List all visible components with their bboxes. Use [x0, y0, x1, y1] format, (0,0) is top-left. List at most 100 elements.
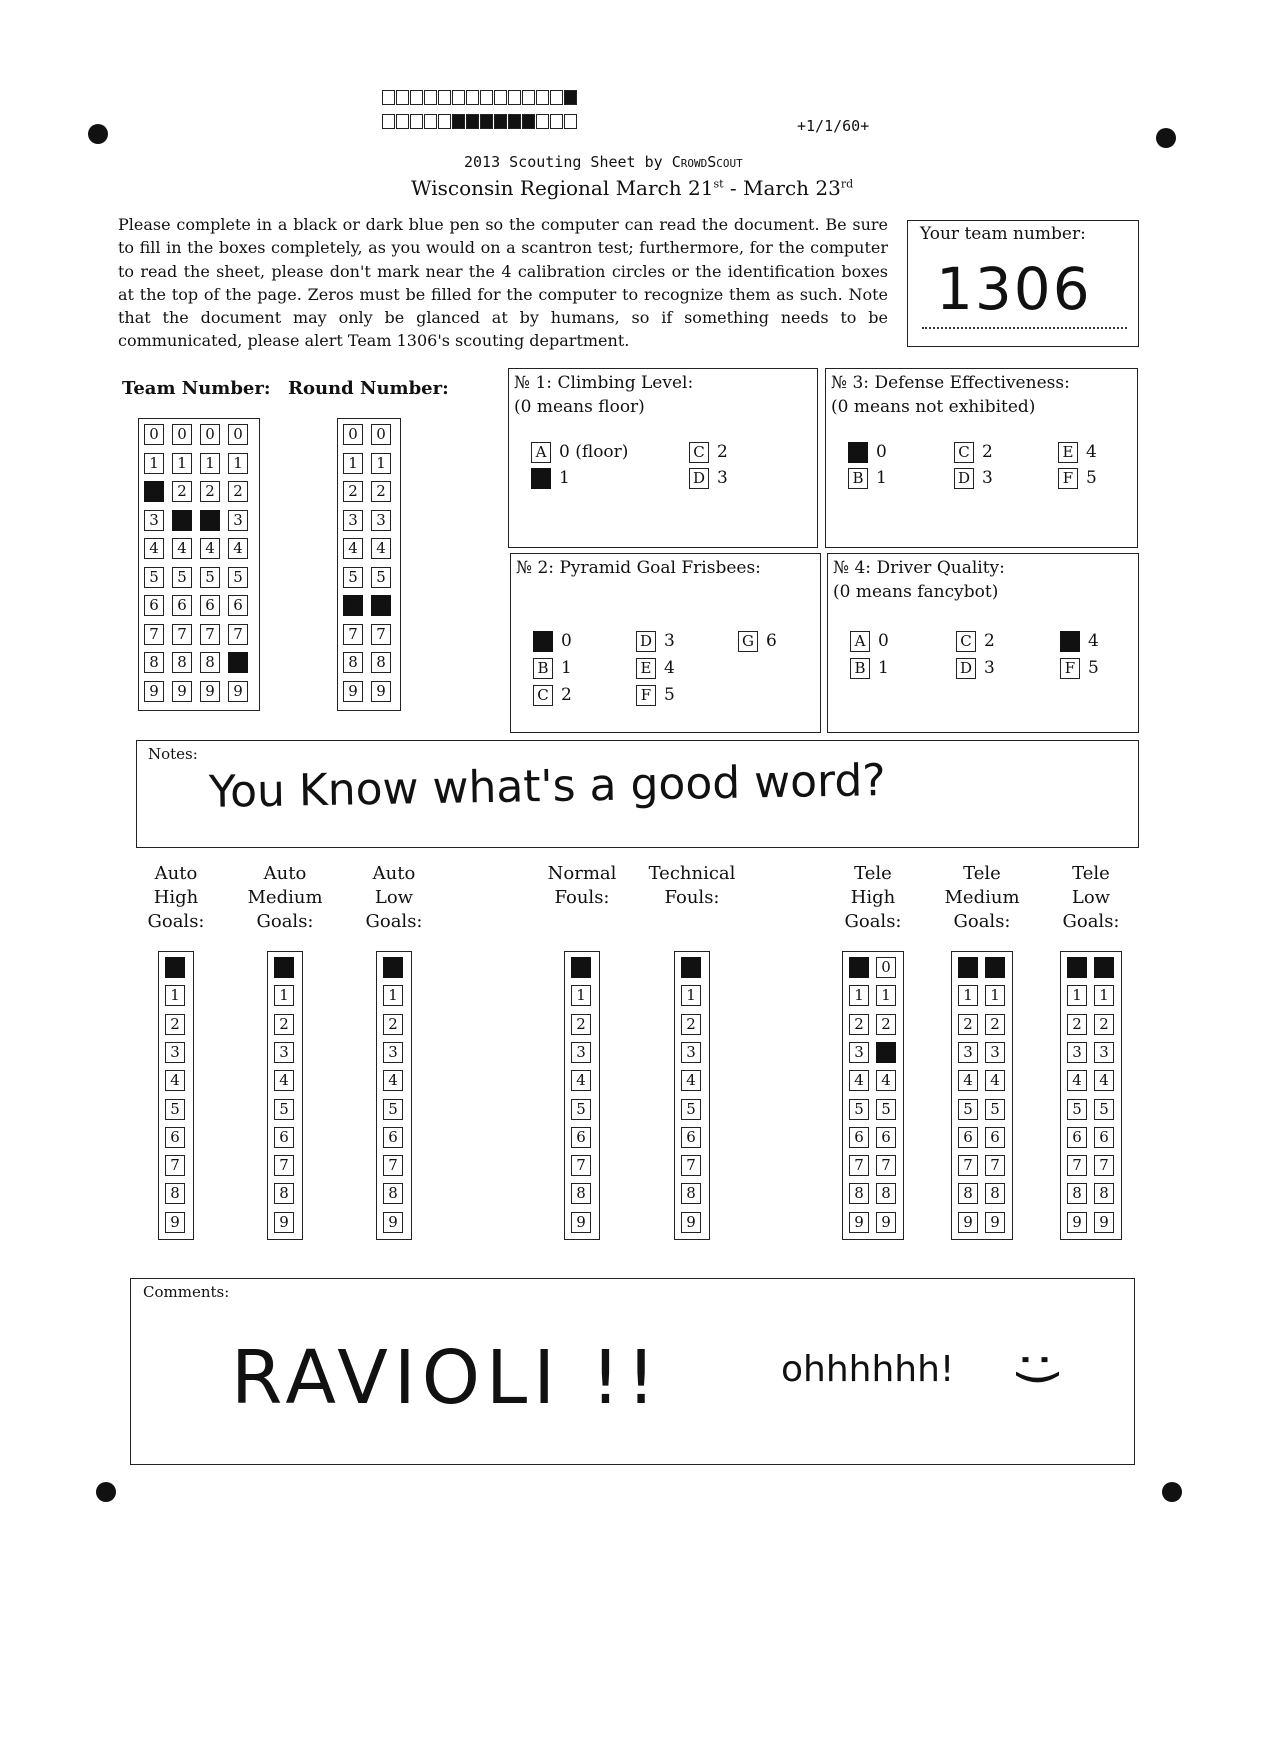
question-3-option-f[interactable]: F5	[1058, 467, 1097, 489]
score-cell-8-d2-3[interactable]: 3	[1094, 1041, 1114, 1063]
team-number-digit1-3[interactable]: 3	[144, 509, 164, 531]
score-cell-4-d1-3[interactable]: 3	[571, 1041, 591, 1063]
team-number-digit4-7[interactable]: 7	[228, 623, 248, 645]
team-number-digit1-0[interactable]: 0	[144, 424, 164, 445]
team-number-digit1-7[interactable]: 7	[144, 623, 164, 645]
question-4-option-f[interactable]: F5	[1060, 657, 1099, 679]
score-cell-4-d1-0[interactable]: 0	[571, 957, 591, 978]
option-checkbox[interactable]: A	[533, 631, 553, 652]
option-checkbox[interactable]: E	[1060, 631, 1080, 652]
round-number-digit1-1[interactable]: 1	[343, 452, 363, 474]
score-cell-2-d1-2[interactable]: 2	[274, 1013, 294, 1035]
score-cell-8-d2-9[interactable]: 9	[1094, 1211, 1114, 1233]
score-cell-7-d2-7[interactable]: 7	[985, 1155, 1005, 1177]
option-checkbox[interactable]: C	[533, 685, 553, 706]
round-number-digit2-3[interactable]: 3	[371, 509, 391, 531]
score-cell-7-d1-0[interactable]: 0	[958, 957, 978, 978]
score-cell-2-d1-8[interactable]: 8	[274, 1183, 294, 1205]
score-cell-3-d1-0[interactable]: 0	[383, 957, 403, 978]
team-number-digit3-0[interactable]: 0	[200, 424, 220, 445]
question-4-option-a[interactable]: A0	[850, 630, 889, 652]
team-number-digit3-6[interactable]: 6	[200, 595, 220, 616]
option-checkbox[interactable]: A	[850, 631, 870, 652]
round-number-digit1-3[interactable]: 3	[343, 509, 363, 531]
score-cell-7-d1-8[interactable]: 8	[958, 1183, 978, 1205]
score-cell-6-d2-2[interactable]: 2	[876, 1013, 896, 1035]
score-cell-3-d1-2[interactable]: 2	[383, 1013, 403, 1035]
team-number-digit3-4[interactable]: 4	[200, 538, 220, 559]
score-cell-8-d2-6[interactable]: 6	[1094, 1126, 1114, 1148]
score-cell-7-d1-9[interactable]: 9	[958, 1211, 978, 1233]
round-number-digit1-2[interactable]: 2	[343, 481, 363, 502]
score-cell-8-d2-5[interactable]: 5	[1094, 1098, 1114, 1120]
score-cell-7-d2-3[interactable]: 3	[985, 1041, 1005, 1063]
score-cell-7-d2-0[interactable]: 0	[985, 957, 1005, 978]
team-number-digit1-6[interactable]: 6	[144, 595, 164, 616]
round-number-digit1-8[interactable]: 8	[343, 652, 363, 673]
score-cell-8-d2-1[interactable]: 1	[1094, 985, 1114, 1007]
question-2-option-e[interactable]: E4	[636, 657, 675, 679]
question-1-option-a[interactable]: A 0 (floor)	[531, 441, 628, 463]
option-checkbox[interactable]: D	[956, 658, 976, 679]
score-cell-8-d2-0[interactable]: 0	[1094, 957, 1114, 978]
score-cell-4-d1-2[interactable]: 2	[571, 1013, 591, 1035]
score-cell-1-d1-4[interactable]: 4	[165, 1070, 185, 1092]
round-number-digit1-7[interactable]: 7	[343, 623, 363, 645]
score-cell-6-d2-9[interactable]: 9	[876, 1211, 896, 1233]
score-cell-6-d1-7[interactable]: 7	[849, 1155, 869, 1177]
score-cell-8-d1-7[interactable]: 7	[1067, 1155, 1087, 1177]
score-cell-6-d2-5[interactable]: 5	[876, 1098, 896, 1120]
round-number-digit2-6[interactable]: 6	[371, 595, 391, 616]
option-checkbox[interactable]: B	[533, 658, 553, 679]
score-cell-5-d1-4[interactable]: 4	[681, 1070, 701, 1092]
team-number-digit1-4[interactable]: 4	[144, 538, 164, 559]
score-cell-5-d1-1[interactable]: 1	[681, 985, 701, 1007]
question-3-option-b[interactable]: B1	[848, 467, 887, 489]
team-number-digit2-7[interactable]: 7	[172, 623, 192, 645]
score-cell-3-d1-4[interactable]: 4	[383, 1070, 403, 1092]
question-2-option-c[interactable]: C2	[533, 684, 572, 706]
score-cell-7-d1-2[interactable]: 2	[958, 1013, 978, 1035]
score-cell-8-d2-2[interactable]: 2	[1094, 1013, 1114, 1035]
team-number-digit2-2[interactable]: 2	[172, 481, 192, 502]
question-1-option-b[interactable]: B1	[531, 467, 570, 489]
score-cell-6-d1-2[interactable]: 2	[849, 1013, 869, 1035]
score-cell-6-d1-8[interactable]: 8	[849, 1183, 869, 1205]
round-number-digit2-5[interactable]: 5	[371, 566, 391, 588]
score-cell-8-d1-5[interactable]: 5	[1067, 1098, 1087, 1120]
round-number-digit2-1[interactable]: 1	[371, 452, 391, 474]
team-number-digit1-9[interactable]: 9	[144, 680, 164, 702]
score-cell-1-d1-5[interactable]: 5	[165, 1098, 185, 1120]
round-number-digit2-0[interactable]: 0	[371, 424, 391, 445]
score-cell-3-d1-1[interactable]: 1	[383, 985, 403, 1007]
score-cell-3-d1-6[interactable]: 6	[383, 1126, 403, 1148]
team-number-digit4-0[interactable]: 0	[228, 424, 248, 445]
score-cell-4-d1-7[interactable]: 7	[571, 1155, 591, 1177]
score-cell-4-d1-8[interactable]: 8	[571, 1183, 591, 1205]
score-cell-6-d2-6[interactable]: 6	[876, 1126, 896, 1148]
score-cell-8-d1-9[interactable]: 9	[1067, 1211, 1087, 1233]
round-number-digit1-6[interactable]: 6	[343, 595, 363, 616]
team-number-digit4-5[interactable]: 5	[228, 566, 248, 588]
question-3-option-e[interactable]: E4	[1058, 441, 1097, 463]
score-cell-7-d1-7[interactable]: 7	[958, 1155, 978, 1177]
team-number-digit4-2[interactable]: 2	[228, 481, 248, 502]
score-cell-6-d1-3[interactable]: 3	[849, 1041, 869, 1063]
round-number-digit2-4[interactable]: 4	[371, 538, 391, 559]
option-checkbox[interactable]: D	[954, 468, 974, 489]
option-checkbox[interactable]: E	[1058, 442, 1078, 463]
score-cell-7-d2-9[interactable]: 9	[985, 1211, 1005, 1233]
score-cell-2-d1-3[interactable]: 3	[274, 1041, 294, 1063]
round-number-digit1-5[interactable]: 5	[343, 566, 363, 588]
team-number-digit4-9[interactable]: 9	[228, 680, 248, 702]
team-number-digit1-1[interactable]: 1	[144, 452, 164, 474]
score-cell-8-d1-0[interactable]: 0	[1067, 957, 1087, 978]
score-cell-6-d1-0[interactable]: 0	[849, 957, 869, 978]
score-cell-3-d1-8[interactable]: 8	[383, 1183, 403, 1205]
score-cell-7-d2-5[interactable]: 5	[985, 1098, 1005, 1120]
score-cell-8-d1-8[interactable]: 8	[1067, 1183, 1087, 1205]
score-cell-2-d1-1[interactable]: 1	[274, 985, 294, 1007]
score-cell-1-d1-6[interactable]: 6	[165, 1126, 185, 1148]
option-checkbox[interactable]: B	[850, 658, 870, 679]
question-4-option-c[interactable]: C2	[956, 630, 995, 652]
